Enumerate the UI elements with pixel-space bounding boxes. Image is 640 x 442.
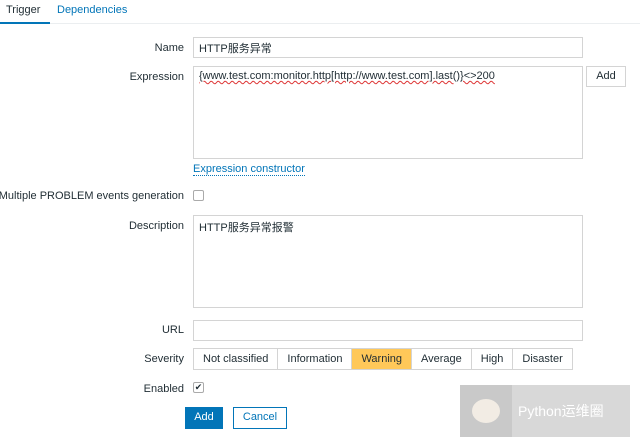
url-input[interactable] — [193, 320, 583, 341]
cancel-button[interactable]: Cancel — [233, 407, 287, 429]
expression-label: Expression — [129, 71, 184, 83]
watermark-logo-icon — [460, 385, 512, 437]
name-label: Name — [154, 42, 184, 54]
severity-not-classified[interactable]: Not classified — [194, 349, 279, 369]
tab-trigger[interactable]: Trigger — [0, 4, 52, 24]
watermark-text: Python运维圈 — [518, 403, 604, 419]
multiple-problem-checkbox[interactable] — [193, 190, 204, 201]
expression-text: {www.test.com:monitor.http[http://www.te… — [199, 70, 495, 82]
enabled-label: Enabled — [143, 383, 184, 395]
severity-disaster[interactable]: Disaster — [513, 349, 571, 369]
description-textarea[interactable]: HTTP服务异常报警 — [193, 215, 583, 308]
watermark: Python运维圈 — [460, 385, 630, 437]
severity-average[interactable]: Average — [412, 349, 472, 369]
tab-dependencies[interactable]: Dependencies — [57, 4, 127, 16]
severity-label: Severity — [144, 353, 184, 365]
description-label: Description — [128, 220, 184, 232]
check-icon: ✔ — [194, 382, 203, 392]
enabled-checkbox[interactable]: ✔ — [193, 382, 204, 393]
url-label: URL — [161, 324, 184, 336]
multiple-problem-label: Multiple PROBLEM events generation — [0, 190, 184, 202]
expression-add-button[interactable]: Add — [586, 66, 626, 87]
tab-bar: Trigger Dependencies — [0, 0, 640, 24]
description-text: HTTP服务异常报警 — [199, 222, 294, 234]
severity-warning[interactable]: Warning — [352, 349, 413, 369]
severity-high[interactable]: High — [472, 349, 514, 369]
expression-textarea[interactable]: {www.test.com:monitor.http[http://www.te… — [193, 66, 583, 159]
severity-information[interactable]: Information — [278, 349, 353, 369]
severity-selector: Not classified Information Warning Avera… — [193, 348, 573, 370]
name-input[interactable] — [193, 37, 583, 58]
add-button[interactable]: Add — [185, 407, 223, 429]
expression-constructor-link[interactable]: Expression constructor — [193, 163, 305, 176]
